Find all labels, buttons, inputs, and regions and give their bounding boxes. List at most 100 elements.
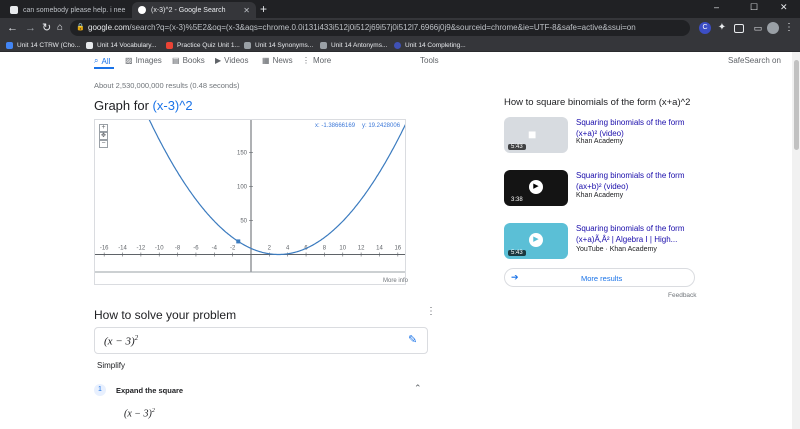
graph-canvas[interactable]: -16 -14 -12 -10 -8 -6 -4 -2 2 4 6 8 10 12 14 1650100150 xyxy=(95,120,406,285)
more-info-link[interactable]: More info xyxy=(383,278,408,284)
video-duration: 3:38 xyxy=(511,197,523,203)
bookmark-favicon-icon xyxy=(320,41,327,49)
home-icon[interactable]: ⌂ xyxy=(57,21,63,35)
scrollbar-thumb[interactable] xyxy=(794,60,799,150)
expression-exponent: 2 xyxy=(134,334,139,342)
x-tick-label: 2 xyxy=(268,245,272,251)
more-dots-icon: ⋮ xyxy=(302,56,310,65)
search-icon: ⌕ xyxy=(94,56,99,65)
tab-google-search[interactable]: (x-3)^2 - Google Search ✕ xyxy=(132,2,256,18)
minimize-button[interactable]: – xyxy=(714,2,719,12)
tab-label: All xyxy=(101,56,111,66)
expression-box[interactable]: (x − 3)2 ✎ xyxy=(94,327,428,354)
results-count: About 2,530,000,000 results (0.48 second… xyxy=(94,81,240,90)
zoom-out-button[interactable]: − xyxy=(99,140,108,148)
news-icon: ▦ xyxy=(262,56,270,65)
tab-title: can somebody please help. i nee xyxy=(23,6,126,14)
address-bar[interactable]: 🔒 google.com/search?q=(x-3)%5E2&oq=(x-3&… xyxy=(70,20,690,36)
more-options-icon[interactable]: ⋮ xyxy=(426,306,436,317)
x-tick-label: -2 xyxy=(230,245,236,251)
function-curve xyxy=(148,120,405,256)
step-label[interactable]: Expand the square xyxy=(116,386,183,395)
y-coordinate-readout: y: 19.2428006 xyxy=(362,123,401,129)
extension-c-icon[interactable]: C xyxy=(699,22,711,34)
video-title-link[interactable]: Squaring binomials of the form (ax+b)² (… xyxy=(576,170,700,192)
video-title-link[interactable]: Squaring binomials of the form (x+a)Ã‚Â²… xyxy=(576,223,700,245)
tab-brainly[interactable]: can somebody please help. i nee xyxy=(4,2,130,18)
close-window-button[interactable]: ✕ xyxy=(780,2,788,13)
bookmark-label: Unit 14 CTRW (Cho... xyxy=(17,41,81,49)
tab-news[interactable]: ▦ News xyxy=(262,56,293,65)
bookmark-favicon-icon xyxy=(86,41,93,49)
edit-pencil-icon[interactable]: ✎ xyxy=(408,333,417,346)
bookmark-item[interactable]: Unit 14 Completing... xyxy=(394,38,466,52)
video-title-link[interactable]: Squaring binomials of the form (x+a)² (v… xyxy=(576,117,700,139)
active-tab-indicator xyxy=(94,67,114,69)
bookmark-label: Unit 14 Vocabulary... xyxy=(97,41,157,49)
profile-avatar[interactable] xyxy=(767,22,779,34)
bookmark-item[interactable]: Unit 14 Vocabulary... xyxy=(86,38,157,52)
reload-icon[interactable]: ↻ xyxy=(42,21,51,35)
camera-icon: ■ xyxy=(528,126,537,142)
video-duration: 5:43 xyxy=(508,250,526,256)
tools-button[interactable]: Tools xyxy=(420,56,439,65)
brainly-favicon-icon xyxy=(10,6,18,14)
related-title: How to square binomials of the form (x+a… xyxy=(504,97,691,108)
tab-label: Videos xyxy=(224,56,249,65)
safesearch-button[interactable]: SafeSearch on xyxy=(728,56,781,65)
x-tick-label: -12 xyxy=(137,245,146,251)
expression: (x − 3)2 xyxy=(104,334,138,348)
video-thumbnail[interactable]: ▶ 3:38 xyxy=(504,170,568,206)
function-graph[interactable]: -16 -14 -12 -10 -8 -6 -4 -2 2 4 6 8 10 12 14 16 50 100 150… xyxy=(94,119,406,285)
close-tab-icon[interactable]: ✕ xyxy=(243,6,250,15)
tab-title: (x-3)^2 - Google Search xyxy=(151,6,226,14)
x-tick-label: -10 xyxy=(155,245,164,251)
new-tab-button[interactable]: + xyxy=(260,2,267,16)
tab-books[interactable]: ▤ Books xyxy=(172,56,205,65)
forward-arrow-icon[interactable]: → xyxy=(25,21,36,35)
bookmark-item[interactable]: Unit 14 Antonyms... xyxy=(320,38,387,52)
x-tick-label: 12 xyxy=(358,245,365,251)
y-tick-label: 100 xyxy=(237,185,248,191)
search-results-page: ⌕ All ▨ Images ▤ Books ▶ Videos ▦ News ⋮ More … xyxy=(0,52,792,429)
step-number-badge: 1 xyxy=(94,384,106,396)
step-expression-exponent: 2 xyxy=(151,408,155,414)
x-tick-label: 14 xyxy=(376,245,383,251)
x-tick-label: 4 xyxy=(286,245,290,251)
bookmark-label: Practice Quiz Unit 1... xyxy=(177,41,240,49)
extensions-puzzle-icon[interactable]: ✦ xyxy=(716,22,728,34)
y-tick-label: 150 xyxy=(237,151,248,157)
video-source: Khan Academy xyxy=(576,192,624,199)
browser-menu-icon[interactable]: ⋮ xyxy=(783,22,795,34)
tab-all[interactable]: ⌕ All xyxy=(94,56,110,66)
feedback-link[interactable]: Feedback xyxy=(668,292,697,299)
book-icon: ▤ xyxy=(172,56,180,65)
chevron-up-icon[interactable]: ⌃ xyxy=(414,383,422,394)
bookmark-item[interactable]: Unit 14 Synonyms... xyxy=(244,38,313,52)
x-coordinate-readout: x: -1.38666169 xyxy=(315,123,356,129)
pan-icon[interactable]: ✥ xyxy=(99,132,108,140)
play-icon: ▶ xyxy=(529,233,543,247)
lock-icon: 🔒 xyxy=(76,24,85,31)
graph-footer xyxy=(95,272,405,284)
graph-title: Graph for (x-3)^2 xyxy=(94,98,193,113)
cast-icon[interactable]: ▭ xyxy=(752,22,764,34)
tab-label: News xyxy=(272,56,293,65)
more-results-button[interactable]: ➔ More results xyxy=(504,268,695,287)
video-thumbnail[interactable]: ■ 5:43 xyxy=(504,117,568,153)
zoom-in-button[interactable]: + xyxy=(99,124,108,132)
bookmark-item[interactable]: Unit 14 CTRW (Cho... xyxy=(6,38,80,52)
back-arrow-icon[interactable]: ← xyxy=(7,21,18,35)
side-panel-icon[interactable] xyxy=(734,24,744,33)
x-tick-label: 8 xyxy=(323,245,327,251)
maximize-button[interactable]: ☐ xyxy=(750,2,758,13)
video-thumbnail[interactable]: ▶ 5:43 xyxy=(504,223,568,259)
tab-images[interactable]: ▨ Images xyxy=(125,56,162,65)
tab-more[interactable]: ⋮ More xyxy=(302,56,331,65)
solve-title: How to solve your problem xyxy=(94,308,237,322)
tab-videos[interactable]: ▶ Videos xyxy=(215,56,248,65)
bookmark-label: Unit 14 Synonyms... xyxy=(255,41,314,49)
bookmark-favicon-icon xyxy=(394,41,401,49)
bookmark-item[interactable]: Practice Quiz Unit 1... xyxy=(166,38,240,52)
x-tick-label: -6 xyxy=(193,245,199,251)
